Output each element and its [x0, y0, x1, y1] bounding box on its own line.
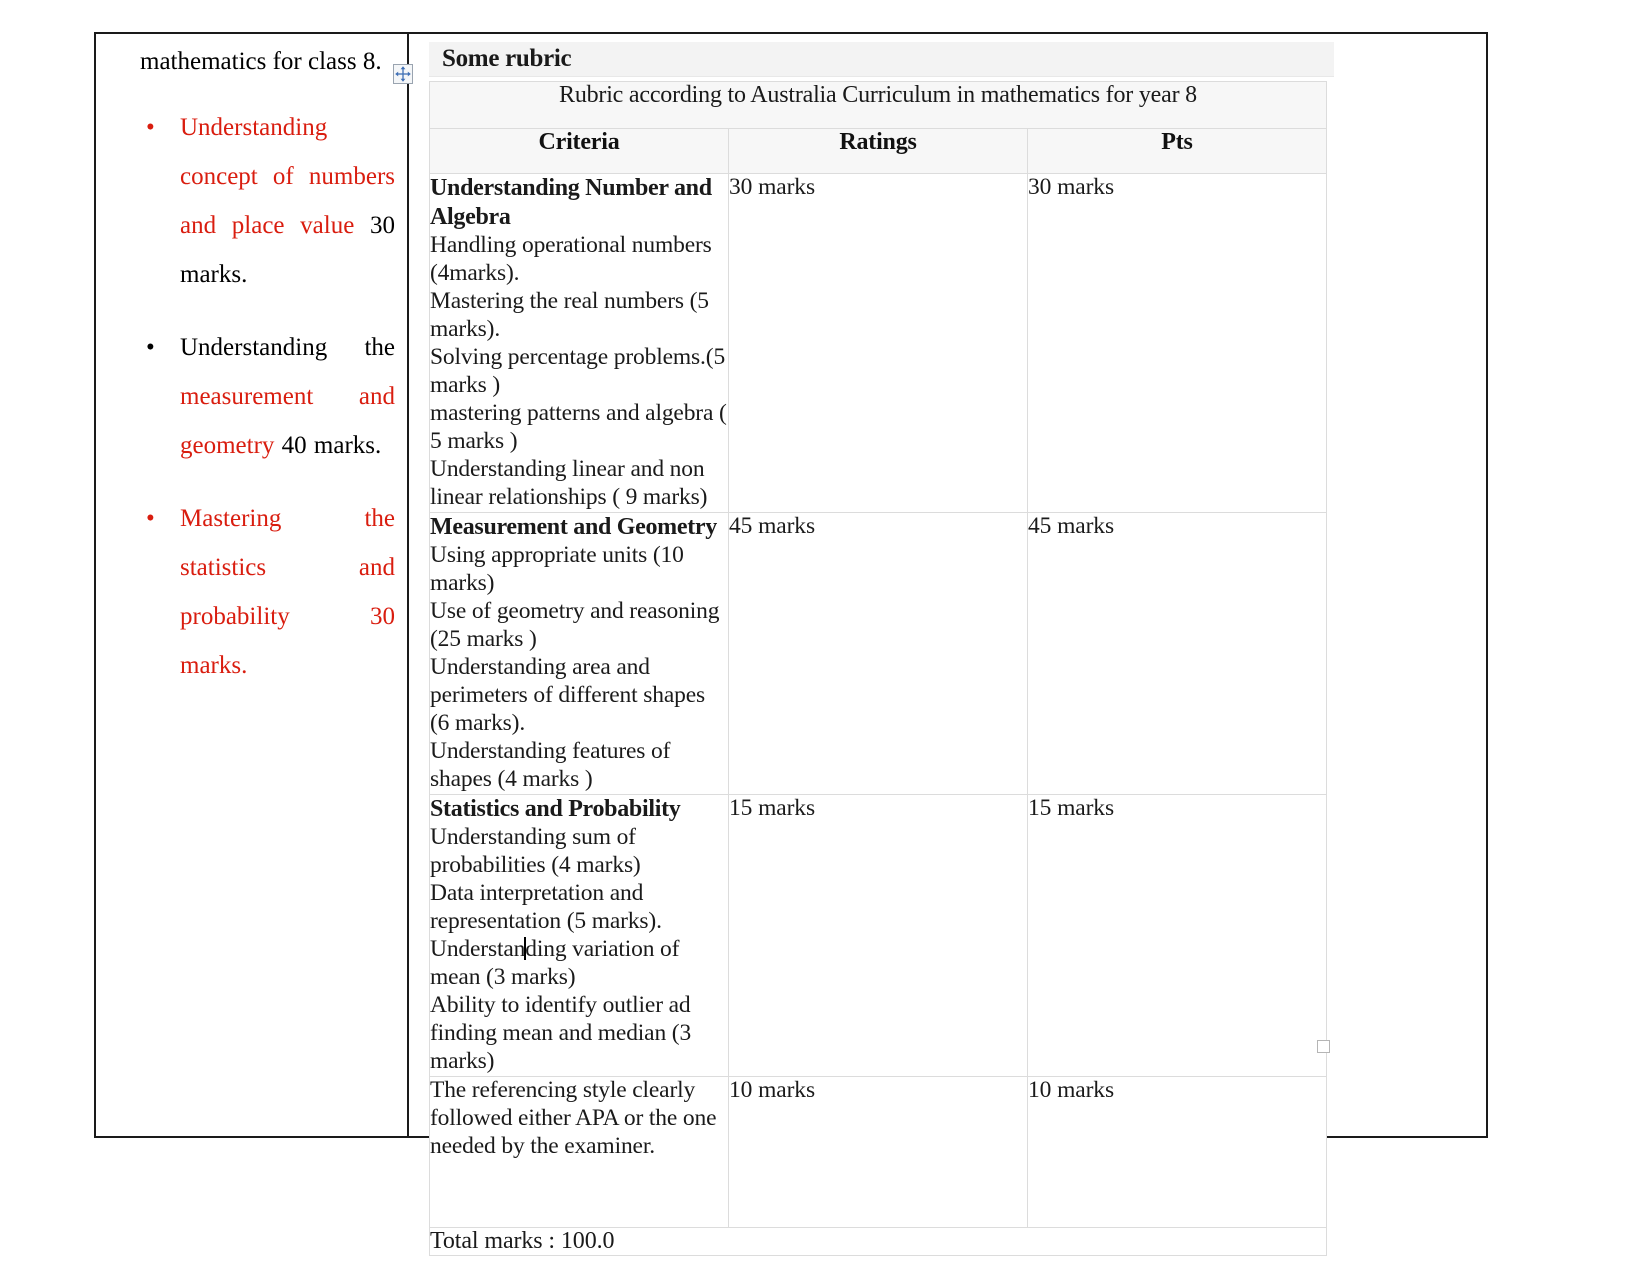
- criteria-line: Data interpretation and representation (…: [430, 880, 662, 935]
- criteria-title: Measurement and Geometry: [430, 513, 717, 540]
- ratings-cell[interactable]: 15 marks: [728, 793, 1028, 1077]
- pts-cell[interactable]: 30 marks: [1027, 173, 1327, 513]
- criteria-line: Understanding linear and non linear rela…: [430, 455, 708, 510]
- bullet-point-icon: •: [146, 113, 155, 141]
- bullet-point-icon: •: [146, 504, 155, 532]
- column-header-criteria: Criteria: [429, 128, 729, 174]
- column-header-pts: Pts: [1027, 128, 1327, 174]
- criteria-line: Mastering the real numbers (5 marks).: [430, 288, 709, 342]
- criteria-line: Handling operational numbers (4marks).: [430, 232, 712, 287]
- criteria-cell[interactable]: Understanding Number and Algebra Handling…: [429, 173, 729, 513]
- criteria-cell[interactable]: Measurement and Geometry Using appropriat…: [429, 511, 729, 795]
- table-row: Statistics and Probability Understanding …: [429, 793, 1327, 1077]
- ratings-cell[interactable]: 45 marks: [728, 511, 1028, 795]
- criteria-line: Understanding features of shapes (4 mark…: [430, 737, 671, 792]
- rubric-caption: Rubric according to Australia Curriculum…: [429, 81, 1327, 129]
- document-page: mathematics for class 8. • Understanding …: [94, 32, 1488, 1256]
- criteria-line: mastering patterns and algebra ( 5 marks…: [430, 399, 727, 454]
- ratings-cell[interactable]: 10 marks: [728, 1075, 1028, 1228]
- objectives-bullet-list: • Understanding concept of numbers and pl…: [140, 103, 395, 690]
- rubric-column: Some rubric Rubric according to Australi…: [393, 34, 1486, 1256]
- table-row: The referencing style clearly followed e…: [429, 1075, 1327, 1228]
- rubric-table: Rubric according to Australia Curriculum…: [429, 81, 1327, 1256]
- criteria-line: Understanding sum of probabilities (4 ma…: [430, 824, 641, 879]
- list-item: • Mastering the statistics and probabilit…: [140, 494, 395, 690]
- left-text-column: mathematics for class 8. • Understanding …: [96, 34, 409, 1136]
- criteria-cell[interactable]: Statistics and Probability Understanding …: [429, 793, 729, 1077]
- total-row: Total marks : 100.0: [429, 1226, 1327, 1256]
- rubric-heading-strip: Some rubric: [429, 42, 1334, 77]
- rubric-caption-row: Rubric according to Australia Curriculum…: [429, 81, 1327, 129]
- rubric-header-row: Criteria Ratings Pts: [429, 128, 1327, 174]
- criteria-line: The referencing style clearly followed e…: [430, 1076, 717, 1159]
- criteria-line: Use of geometry and reasoning (25 marks …: [430, 598, 720, 653]
- ratings-cell[interactable]: 30 marks: [728, 173, 1028, 513]
- criteria-line: Ability to identify outlier ad finding m…: [430, 992, 692, 1074]
- text-cursor-caret: [524, 937, 527, 961]
- rubric-table-wrapper: Rubric according to Australia Curriculum…: [429, 81, 1327, 1256]
- pts-cell[interactable]: 15 marks: [1027, 793, 1327, 1077]
- list-item: • Understanding the measurement and geome…: [140, 323, 395, 470]
- table-row: Understanding Number and Algebra Handling…: [429, 173, 1327, 513]
- list-item-text: Understanding the: [180, 333, 395, 361]
- bullet-point-icon: •: [146, 333, 155, 361]
- pts-cell[interactable]: 45 marks: [1027, 511, 1327, 795]
- table-move-handle-icon[interactable]: [393, 64, 413, 84]
- criteria-line: Understanding variation of mean (3 marks…: [430, 936, 680, 991]
- table-row: Measurement and Geometry Using appropriat…: [429, 511, 1327, 795]
- total-marks: Total marks : 100.0: [429, 1226, 1327, 1256]
- list-item-text: Mastering the statistics and probability…: [180, 504, 395, 679]
- criteria-title: Understanding Number and Algebra: [430, 175, 712, 230]
- criteria-line: Understanding area and perimeters of dif…: [430, 653, 705, 736]
- list-item: • Understanding concept of numbers and pl…: [140, 103, 395, 299]
- table-resize-handle-icon[interactable]: [1317, 1040, 1330, 1053]
- column-header-ratings: Ratings: [728, 128, 1028, 174]
- criteria-title: Statistics and Probability: [430, 795, 681, 822]
- criteria-line: Solving percentage problems.(5 marks ): [430, 343, 726, 398]
- pts-cell[interactable]: 10 marks: [1027, 1075, 1327, 1228]
- criteria-line: Using appropriate units (10 marks): [430, 542, 684, 597]
- list-item-text: 40 marks.: [274, 431, 382, 459]
- rubric-heading: Some rubric: [442, 45, 572, 72]
- criteria-cell[interactable]: The referencing style clearly followed e…: [429, 1075, 729, 1228]
- intro-paragraph: mathematics for class 8.: [140, 48, 382, 75]
